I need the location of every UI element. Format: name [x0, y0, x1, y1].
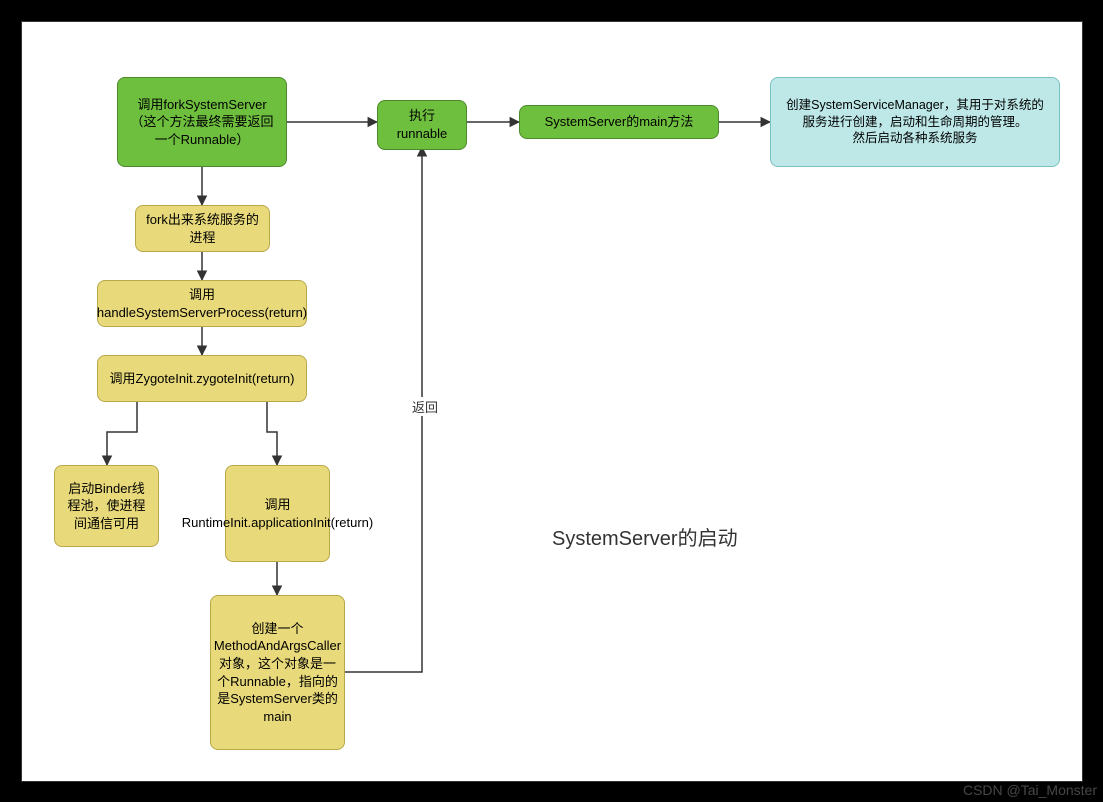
node-zygote-init: 调用ZygoteInit.zygoteInit(return) — [97, 355, 307, 402]
node-text: 启动Binder线程池，使进程间通信可用 — [65, 480, 148, 533]
node-fork-system-server: 调用forkSystemServer（这个方法最终需要返回一个Runnable） — [117, 77, 287, 167]
node-text: 调用ZygoteInit.zygoteInit(return) — [110, 370, 295, 388]
watermark: CSDN @Tai_Monster — [963, 782, 1097, 798]
node-handle-system-server-process: 调用handleSystemServerProcess(return) — [97, 280, 307, 327]
node-text: 执行runnable — [388, 107, 456, 142]
node-binder-pool: 启动Binder线程池，使进程间通信可用 — [54, 465, 159, 547]
node-fork-process: fork出来系统服务的进程 — [135, 205, 270, 252]
node-text: 调用handleSystemServerProcess(return) — [97, 286, 307, 321]
node-text: 调用forkSystemServer（这个方法最终需要返回一个Runnable） — [128, 96, 276, 149]
node-method-args-caller: 创建一个MethodAndArgsCaller对象，这个对象是一个Runnabl… — [210, 595, 345, 750]
node-run-runnable: 执行runnable — [377, 100, 467, 150]
node-runtime-init: 调用RuntimeInit.applicationInit(return) — [225, 465, 330, 562]
node-text: 创建一个MethodAndArgsCaller对象，这个对象是一个Runnabl… — [214, 620, 341, 725]
node-text: 调用RuntimeInit.applicationInit(return) — [182, 496, 373, 531]
node-create-service-manager: 创建SystemServiceManager，其用于对系统的服务进行创建，启动和… — [770, 77, 1060, 167]
node-text: fork出来系统服务的进程 — [146, 211, 259, 246]
edge-label-return: 返回 — [410, 397, 440, 416]
diagram-title: SystemServer的启动 — [552, 522, 738, 551]
node-system-server-main: SystemServer的main方法 — [519, 105, 719, 139]
node-text: SystemServer的main方法 — [545, 113, 694, 131]
diagram-canvas: 调用forkSystemServer（这个方法最终需要返回一个Runnable）… — [21, 21, 1083, 782]
node-text: 创建SystemServiceManager，其用于对系统的服务进行创建，启动和… — [781, 97, 1049, 148]
